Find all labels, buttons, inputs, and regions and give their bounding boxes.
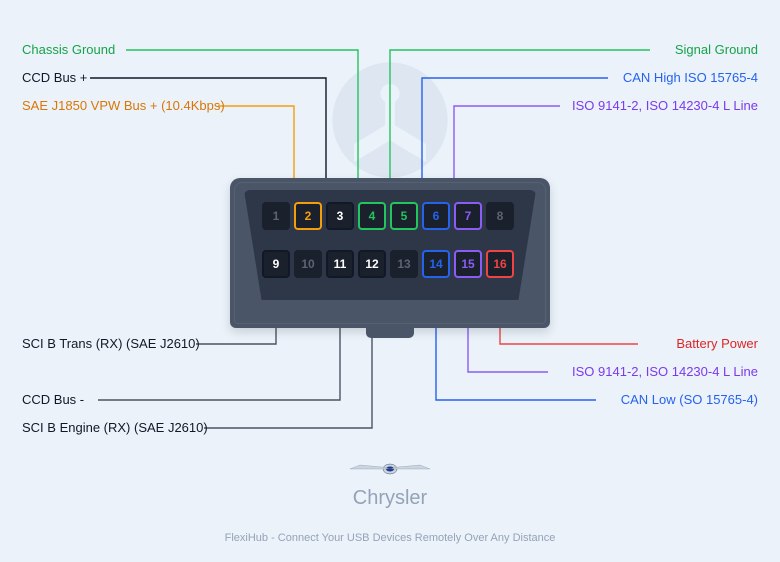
pin-3: 3 [326,202,354,230]
pin-2: 2 [294,202,322,230]
chrysler-logo-icon [345,458,435,478]
brand-name: Chrysler [345,487,435,510]
pin-1: 1 [262,202,290,230]
pin-7: 7 [454,202,482,230]
label-iso-l-bot: ISO 9141-2, ISO 14230-4 L Line [572,364,758,379]
pin-5: 5 [390,202,418,230]
pin-row-bottom: 9 10 11 12 13 14 15 16 [262,250,514,278]
label-sci-b-trans: SCI B Trans (RX) (SAE J2610) [22,336,200,351]
pin-14: 14 [422,250,450,278]
connector-body: 1 2 3 4 5 6 7 8 9 10 11 12 13 14 15 16 [230,178,550,328]
label-chassis-ground: Chassis Ground [22,42,115,57]
obd-connector: 1 2 3 4 5 6 7 8 9 10 11 12 13 14 15 16 [230,178,550,328]
label-battery-power: Battery Power [676,336,758,351]
pin-15: 15 [454,250,482,278]
pin-13: 13 [390,250,418,278]
pin-16: 16 [486,250,514,278]
pin-6: 6 [422,202,450,230]
label-sci-b-engine: SCI B Engine (RX) (SAE J2610) [22,420,208,435]
label-can-low: CAN Low (SO 15765-4) [621,392,758,407]
label-ccd-bus-minus: CCD Bus - [22,392,84,407]
label-signal-ground: Signal Ground [675,42,758,57]
pin-8: 8 [486,202,514,230]
label-iso-l-top: ISO 9141-2, ISO 14230-4 L Line [572,98,758,113]
label-sae-j1850: SAE J1850 VPW Bus + (10.4Kbps) [22,98,225,113]
brand: Chrysler [345,458,435,510]
label-ccd-bus-plus: CCD Bus + [22,70,87,85]
pin-4: 4 [358,202,386,230]
footer-text: FlexiHub - Connect Your USB Devices Remo… [225,532,556,544]
pin-11: 11 [326,250,354,278]
pin-9: 9 [262,250,290,278]
watermark-icon [330,60,450,180]
pin-10: 10 [294,250,322,278]
pin-12: 12 [358,250,386,278]
label-can-high: CAN High ISO 15765-4 [623,70,758,85]
pin-row-top: 1 2 3 4 5 6 7 8 [262,202,514,230]
